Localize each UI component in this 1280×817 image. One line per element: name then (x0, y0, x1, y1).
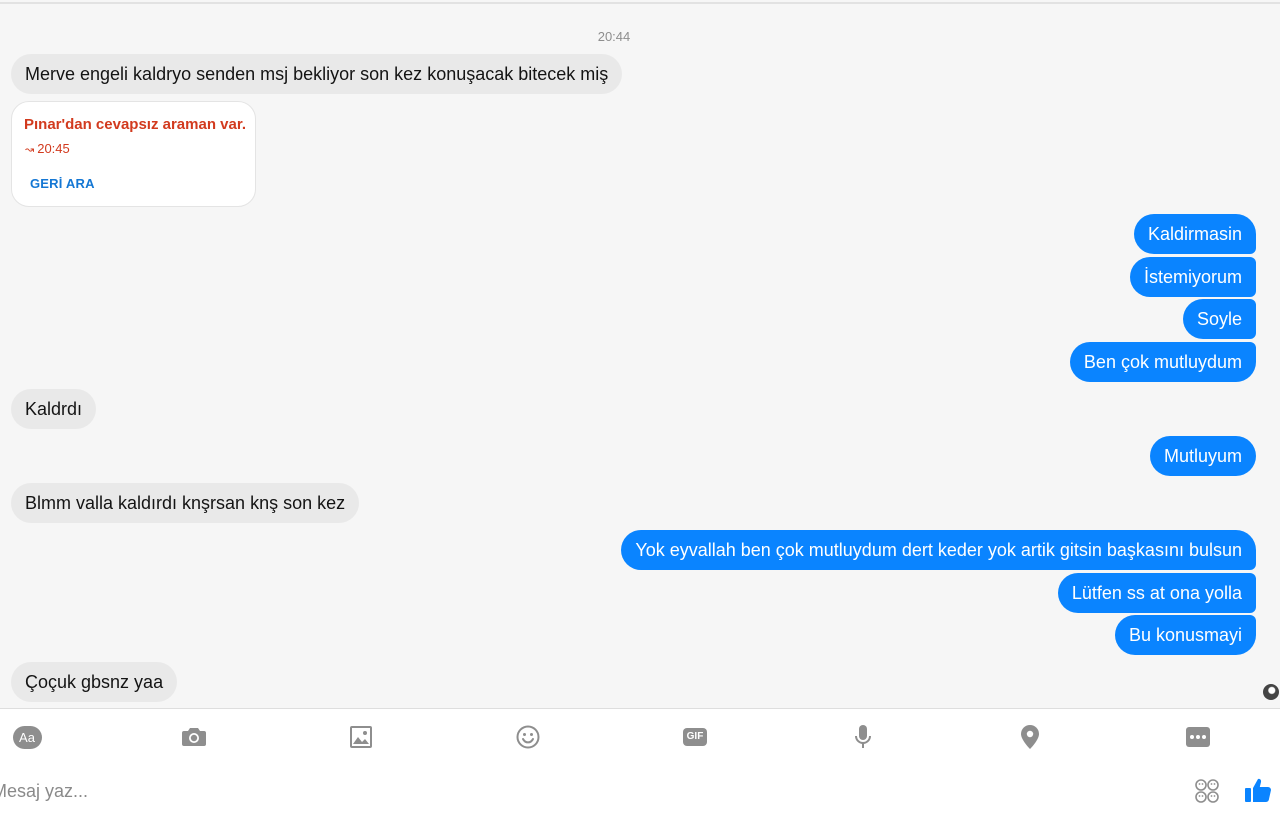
text-style-icon: Aa (12, 725, 42, 749)
message-list[interactable]: 20:44 Merve engeli kaldryo senden msj be… (0, 0, 1280, 708)
camera-button[interactable] (179, 724, 209, 750)
timestamp: 20:44 (597, 29, 631, 44)
sticker-icon (1195, 779, 1219, 803)
missed-call-arrow-icon: ↝ (25, 144, 35, 156)
image-icon (350, 726, 372, 748)
message-incoming[interactable]: Merve engeli kaldryo senden msj bekliyor… (11, 54, 623, 94)
message-outgoing[interactable]: Ben çok mutluydum (1069, 342, 1256, 382)
call-back-button[interactable]: GERİ ARA (30, 176, 95, 191)
missed-call-title: Pınar'dan cevapsız araman var. (24, 116, 247, 133)
missed-call-time-text: 20:45 (37, 141, 70, 156)
missed-call-card: Pınar'dan cevapsız araman var. ↝ 20:45 GE… (11, 101, 256, 207)
message-incoming[interactable]: Blmm valla kaldırdı knşrsan knş son kez (11, 483, 360, 523)
message-outgoing[interactable]: Soyle (1182, 299, 1256, 339)
text-style-button[interactable]: Aa (12, 724, 42, 750)
message-incoming[interactable]: Çoçuk gbsnz yaa (11, 662, 178, 702)
message-outgoing[interactable]: Mutluyum (1149, 436, 1256, 476)
emoji-button[interactable] (513, 724, 543, 750)
message-outgoing[interactable]: Bu konusmayi (1114, 615, 1256, 655)
seen-avatar (1263, 684, 1279, 700)
like-icon (1245, 778, 1271, 802)
location-icon (1021, 725, 1039, 749)
voice-button[interactable] (848, 724, 878, 750)
message-input[interactable] (0, 771, 1160, 811)
like-button[interactable] (1245, 777, 1271, 808)
microphone-icon (855, 725, 871, 748)
gif-icon: GIF (683, 728, 707, 746)
camera-icon (182, 728, 206, 746)
message-outgoing[interactable]: Kaldirmasin (1133, 214, 1256, 254)
missed-call-time: ↝ 20:45 (25, 141, 70, 156)
more-button[interactable] (1183, 724, 1213, 750)
more-icon (1186, 727, 1210, 747)
composer-toolbar: Aa GIF (0, 708, 1280, 817)
sticker-button[interactable] (1195, 779, 1219, 808)
emoji-icon (516, 725, 540, 749)
message-outgoing[interactable]: Lütfen ss at ona yolla (1057, 573, 1256, 613)
gif-button[interactable]: GIF (680, 724, 710, 750)
message-incoming[interactable]: Kaldrdı (11, 389, 97, 429)
gallery-button[interactable] (346, 724, 376, 750)
location-button[interactable] (1015, 724, 1045, 750)
message-outgoing[interactable]: Yok eyvallah ben çok mutluydum dert kede… (621, 530, 1256, 570)
message-outgoing[interactable]: İstemiyorum (1129, 257, 1256, 297)
